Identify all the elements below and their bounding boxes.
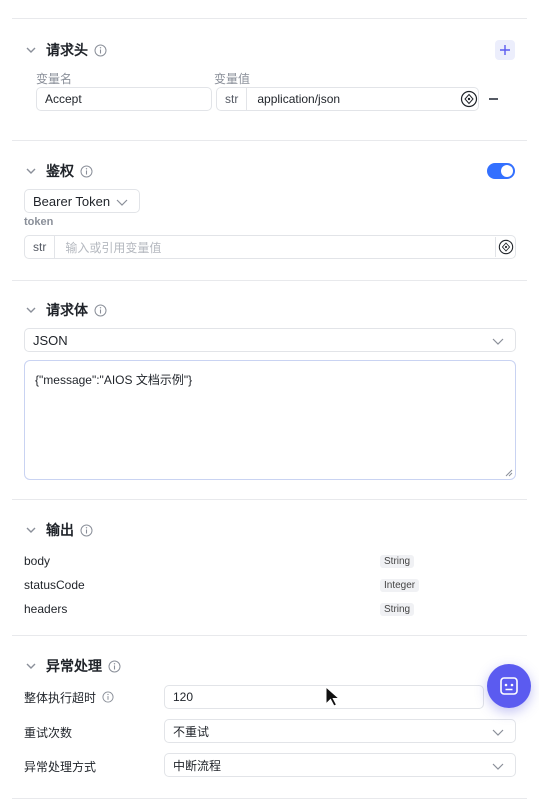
auth-enabled-toggle[interactable] xyxy=(487,163,515,179)
chevron-down-icon xyxy=(492,729,504,736)
info-icon[interactable] xyxy=(94,304,107,317)
toggle-knob xyxy=(501,165,513,177)
variable-reference-button[interactable] xyxy=(459,89,479,109)
assistant-button[interactable] xyxy=(487,664,531,708)
remove-header-button[interactable] xyxy=(489,98,498,100)
output-field-type: String xyxy=(380,554,415,568)
header-name-value: Accept xyxy=(45,92,82,106)
output-field-type: String xyxy=(380,602,415,616)
timeout-value: 120 xyxy=(173,690,194,704)
output-field-row: statusCode Integer xyxy=(24,576,515,594)
output-field-name: statusCode xyxy=(24,578,85,592)
plus-icon xyxy=(500,45,510,55)
chevron-down-icon[interactable] xyxy=(24,164,38,178)
variable-reference-button[interactable] xyxy=(495,237,515,257)
body-content-textarea[interactable]: {"message":"AIOS 文档示例"} xyxy=(24,360,516,480)
auth-type-value: Bearer Token xyxy=(33,193,111,209)
chevron-down-icon xyxy=(492,763,504,770)
headers-section-header[interactable]: 请求头 xyxy=(24,40,107,60)
output-field-name: body xyxy=(24,554,51,568)
chevron-down-icon xyxy=(116,199,128,206)
token-input[interactable]: str 输入或引用变量值 xyxy=(24,235,516,259)
handling-label: 异常处理方式 xyxy=(24,758,96,775)
output-field-row: headers String xyxy=(24,600,515,618)
header-value-text: application/json xyxy=(257,92,341,106)
retry-value: 不重试 xyxy=(173,724,210,739)
timeout-label-text: 整体执行超时 xyxy=(24,691,97,705)
info-icon[interactable] xyxy=(108,660,121,673)
retry-label: 重试次数 xyxy=(24,724,72,741)
value-type-select[interactable]: str xyxy=(225,88,248,110)
robot-icon xyxy=(500,677,518,695)
auth-section-header[interactable]: 鉴权 xyxy=(24,161,93,181)
chevron-down-icon[interactable] xyxy=(24,659,38,673)
handling-select[interactable]: 中断流程 xyxy=(164,753,516,777)
divider xyxy=(12,499,527,500)
divider xyxy=(12,635,527,636)
handling-value: 中断流程 xyxy=(173,758,222,773)
chevron-down-icon[interactable] xyxy=(24,43,38,57)
output-field-name: headers xyxy=(24,602,68,616)
retry-label-text: 重试次数 xyxy=(24,726,73,740)
info-icon[interactable] xyxy=(80,165,93,178)
auth-type-select[interactable]: Bearer Token xyxy=(24,189,140,213)
retry-select[interactable]: 不重试 xyxy=(164,719,516,743)
chevron-down-icon[interactable] xyxy=(24,303,38,317)
info-icon[interactable] xyxy=(80,524,93,537)
divider xyxy=(12,798,527,799)
output-field-row: body String xyxy=(24,552,515,570)
chevron-down-icon xyxy=(492,338,504,345)
section-title: 请求体 xyxy=(46,302,88,318)
body-format-value: JSON xyxy=(33,332,68,348)
divider xyxy=(12,280,527,281)
add-header-button[interactable] xyxy=(495,40,515,60)
section-title: 鉴权 xyxy=(46,163,74,179)
variable-value-label: 变量值 xyxy=(214,72,251,86)
header-value-input[interactable]: str application/json xyxy=(216,87,479,111)
info-icon[interactable] xyxy=(102,691,115,704)
output-section-header[interactable]: 输出 xyxy=(24,520,93,540)
body-section-header[interactable]: 请求体 xyxy=(24,300,107,320)
section-title: 请求头 xyxy=(46,42,88,58)
chevron-down-icon[interactable] xyxy=(24,523,38,537)
section-title: 异常处理 xyxy=(46,658,102,674)
body-content-text: {"message":"AIOS 文档示例"} xyxy=(35,373,193,387)
header-name-input[interactable]: Accept xyxy=(36,87,212,111)
variable-reference-icon xyxy=(460,90,478,108)
token-placeholder: 输入或引用变量值 xyxy=(65,240,162,255)
info-icon[interactable] xyxy=(94,44,107,57)
divider xyxy=(12,18,527,19)
timeout-label: 整体执行超时 xyxy=(24,689,115,706)
mouse-cursor-icon xyxy=(325,685,341,707)
resize-handle-icon xyxy=(505,469,513,477)
section-title: 输出 xyxy=(46,522,74,538)
variable-reference-icon xyxy=(498,239,513,255)
body-format-select[interactable]: JSON xyxy=(24,328,516,352)
output-field-type: Integer xyxy=(380,578,420,592)
error-handling-section-header[interactable]: 异常处理 xyxy=(24,656,121,676)
handling-label-text: 异常处理方式 xyxy=(24,760,97,774)
token-label: token xyxy=(24,216,54,228)
token-type-select[interactable]: str xyxy=(33,236,56,258)
divider xyxy=(12,140,527,141)
variable-name-label: 变量名 xyxy=(36,72,73,86)
